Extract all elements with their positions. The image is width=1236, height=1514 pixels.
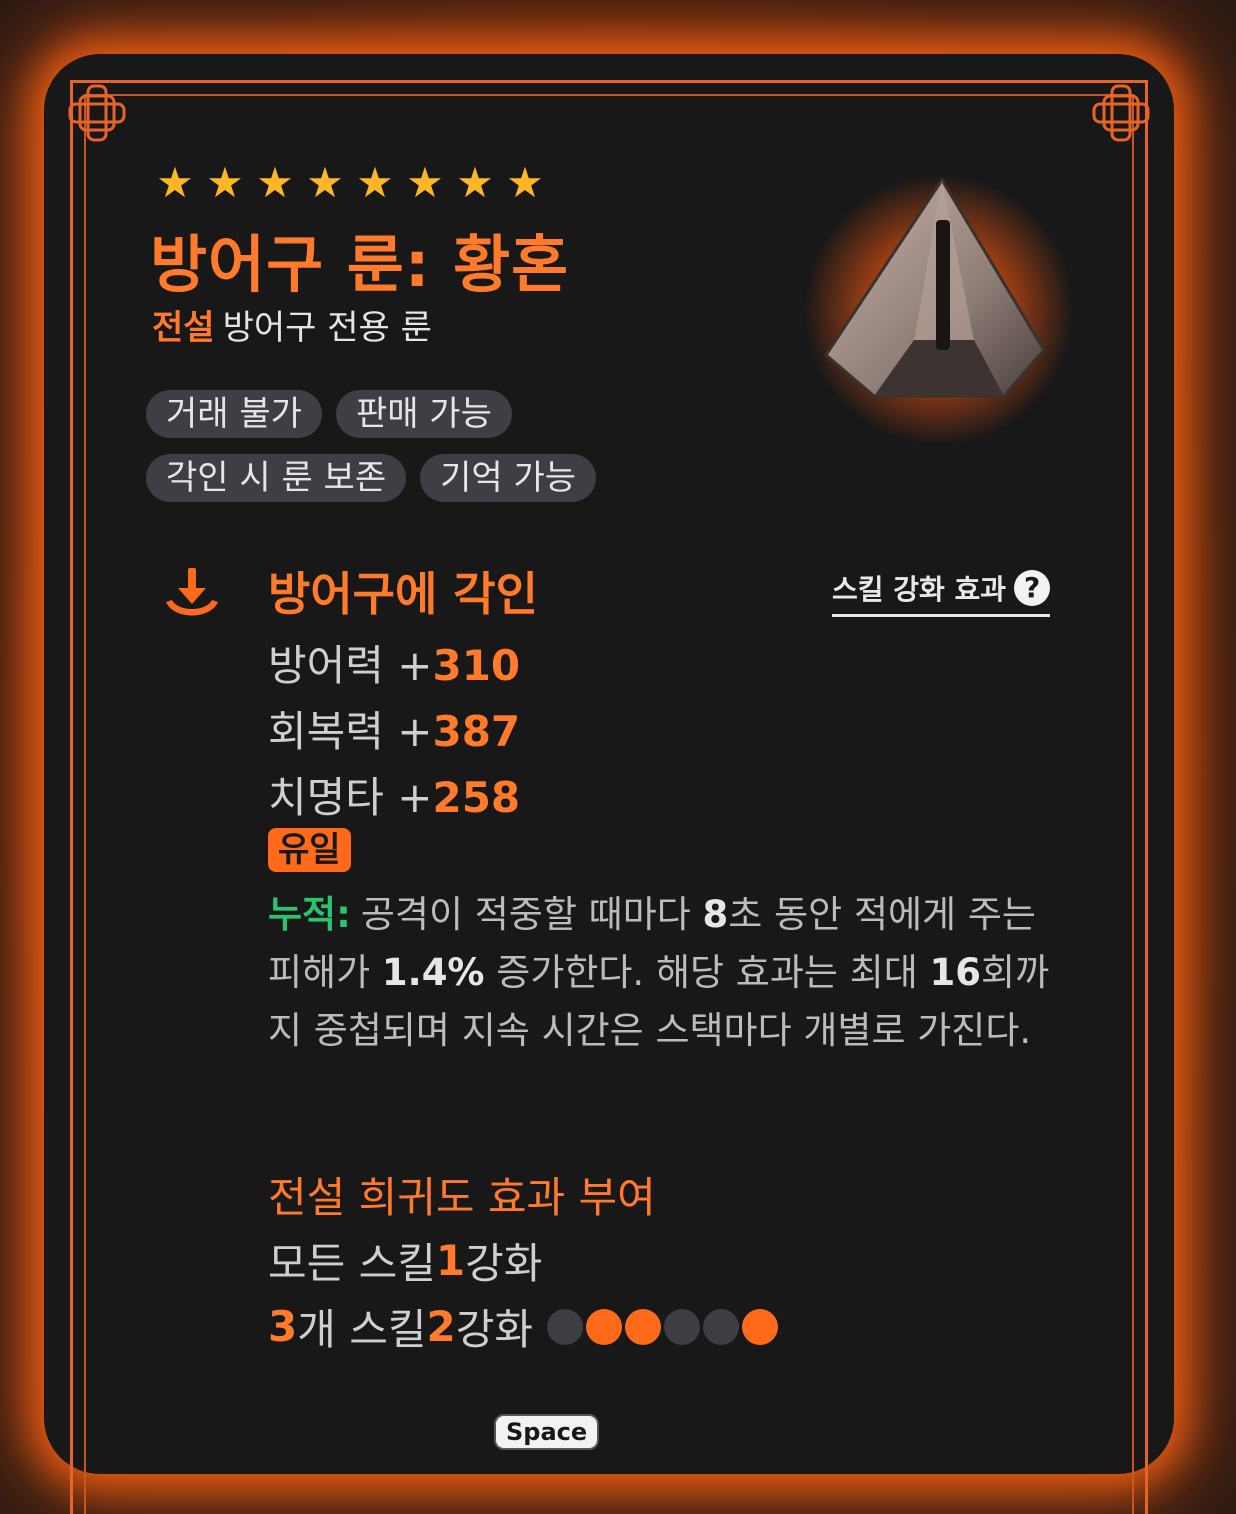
rune-subtitle: 전설 방어구 전용 룬 — [152, 300, 432, 349]
background-right-panel — [1166, 460, 1236, 1438]
effect-number: 1.4% — [381, 951, 485, 994]
star-icon: ★ — [156, 158, 194, 207]
highlight-number: 3 — [268, 1302, 298, 1351]
tag-preserve-on-engrave: 각인 시 룬 보존 — [146, 454, 407, 502]
stat-name: 방어력 + — [268, 641, 433, 690]
tag-not-tradable: 거래 불가 — [146, 390, 322, 438]
rune-type: 방어구 전용 룬 — [222, 308, 432, 348]
star-icon: ★ — [406, 158, 444, 207]
rarity-effect-title: 전설 희귀도 효과 부여 — [268, 1173, 656, 1222]
text: 강화 — [455, 1305, 534, 1354]
dot-empty — [703, 1308, 740, 1345]
stat-recovery: 회복력 +387 — [268, 698, 520, 759]
effect-label: 누적: — [268, 893, 351, 936]
text: 강화 — [465, 1239, 543, 1288]
rarity-effect-line-2: 3개 스킬 2 강화 — [268, 1296, 779, 1357]
stat-name: 회복력 + — [268, 707, 433, 756]
unique-badge: 유일 — [268, 828, 351, 872]
effect-text-part: 공격이 적중할 때마다 — [360, 893, 703, 936]
star-icon: ★ — [506, 158, 544, 207]
engrave-download-icon — [166, 568, 218, 616]
help-icon[interactable]: ? — [1014, 570, 1051, 606]
stat-defense: 방어력 +310 — [268, 632, 520, 693]
engrave-title: 방어구에 각인 — [268, 567, 538, 621]
effect-number: 16 — [929, 951, 982, 994]
dot-filled — [586, 1308, 623, 1345]
text: 모든 스킬 — [268, 1239, 436, 1288]
highlight-number: 2 — [426, 1302, 456, 1351]
star-icon: ★ — [356, 158, 394, 207]
dot-empty — [547, 1308, 584, 1345]
skill-enhance-link[interactable]: 스킬 강화 효과 ? — [832, 568, 1051, 617]
effect-text-part: 증가한다. 해당 효과는 최대 — [484, 951, 930, 994]
star-icon: ★ — [256, 158, 294, 207]
rarity-effect-line-1: 모든 스킬 1 강화 — [268, 1230, 542, 1291]
dot-empty — [664, 1308, 701, 1345]
highlight-number: 1 — [435, 1236, 466, 1285]
effect-number: 8 — [702, 893, 729, 936]
corner-knot-icon — [1092, 84, 1150, 142]
skill-enhance-label: 스킬 강화 효과 — [832, 573, 1007, 606]
stat-critical: 치명타 +258 — [268, 764, 520, 825]
dot-filled — [625, 1308, 662, 1345]
rune-tooltip-card: ★ ★ ★ ★ ★ ★ ★ ★ 방어구 룬: 황혼 전설 방어구 전용 룬 거래 불가 판매 가… — [44, 54, 1174, 1514]
space-key-hint[interactable]: Space — [494, 1414, 600, 1450]
dot-filled — [742, 1308, 779, 1345]
star-icon: ★ — [206, 158, 244, 207]
star-icon: ★ — [456, 158, 494, 207]
effect-text: 공격이 적중할 때마다 8초 동안 적에게 주는 피해가 1.4% 증가한다. … — [268, 893, 1049, 1052]
stat-value: 258 — [432, 773, 521, 822]
corner-knot-icon — [68, 84, 126, 142]
stat-name: 치명타 + — [268, 773, 433, 822]
rarity-label: 전설 — [152, 308, 215, 348]
star-icon: ★ — [306, 158, 344, 207]
stat-value: 387 — [432, 707, 521, 756]
rune-gem-icon — [804, 175, 1074, 445]
tag-rememberable: 기억 가능 — [420, 454, 597, 502]
text: 개 스킬 — [297, 1305, 427, 1354]
tag-sellable: 판매 가능 — [335, 390, 512, 438]
effect-description: 누적: 공격이 적중할 때마다 8초 동안 적에게 주는 피해가 1.4% 증가한… — [268, 886, 1068, 1060]
stat-value: 310 — [432, 641, 521, 690]
rarity-stars: ★ ★ ★ ★ ★ ★ ★ ★ — [152, 162, 548, 204]
rune-title: 방어구 룬: 황혼 — [150, 228, 570, 301]
tag-list: 거래 불가 판매 가능 각인 시 룬 보존 기억 가능 — [146, 390, 666, 518]
skill-dot-indicator — [547, 1308, 779, 1345]
